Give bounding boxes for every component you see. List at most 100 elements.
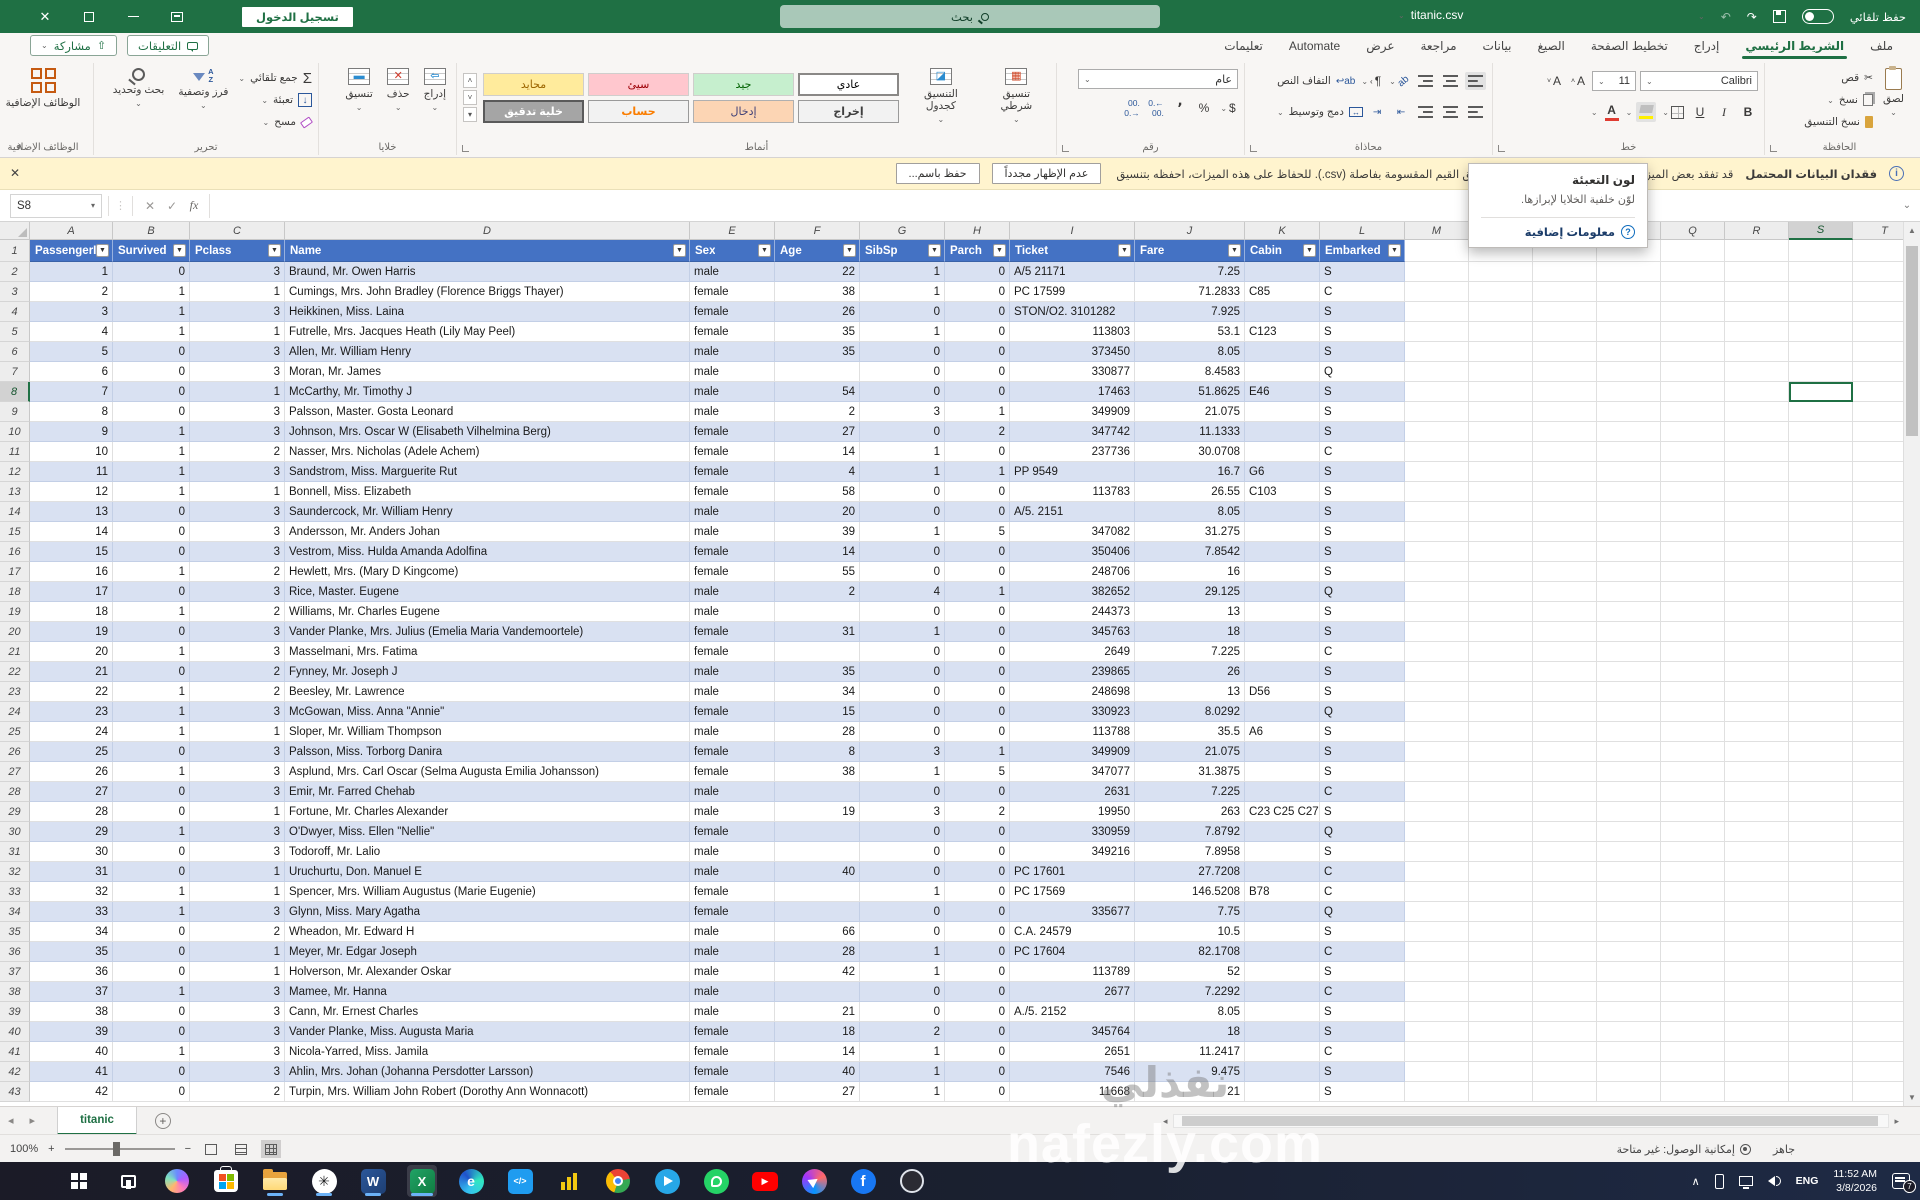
cell[interactable] <box>1789 662 1853 682</box>
cell[interactable] <box>1725 642 1789 662</box>
cell[interactable]: 0 <box>113 962 190 982</box>
cell[interactable]: 1 <box>860 762 945 782</box>
cell[interactable] <box>1661 1062 1725 1082</box>
cell[interactable]: 21 <box>1135 1082 1245 1102</box>
row-header-11[interactable]: 11 <box>0 442 30 462</box>
cell[interactable] <box>1789 1082 1853 1102</box>
cell[interactable]: 2 <box>775 582 860 602</box>
select-all-corner[interactable] <box>0 222 30 240</box>
cell[interactable] <box>1245 342 1320 362</box>
cell[interactable]: 3 <box>190 742 285 762</box>
column-header-R[interactable]: R <box>1725 222 1789 240</box>
cell[interactable]: S <box>1320 602 1405 622</box>
cell[interactable] <box>1405 922 1469 942</box>
cell[interactable]: 2649 <box>1010 642 1135 662</box>
row-header-18[interactable]: 18 <box>0 582 30 602</box>
cell[interactable] <box>1245 862 1320 882</box>
autosave-toggle[interactable] <box>1802 9 1834 24</box>
cell[interactable]: 16.7 <box>1135 462 1245 482</box>
cell[interactable]: 1 <box>190 282 285 302</box>
font-dialog-launcher-icon[interactable] <box>1498 145 1505 152</box>
row-header-27[interactable]: 27 <box>0 762 30 782</box>
cell[interactable]: 0 <box>860 422 945 442</box>
document-title[interactable]: ⌄ titanic.csv <box>1398 8 1463 22</box>
taskbar-chrome-icon[interactable] <box>603 1165 633 1197</box>
cell[interactable] <box>1661 562 1725 582</box>
column-header-C[interactable]: C <box>190 222 285 240</box>
cell[interactable]: 0 <box>945 1082 1010 1102</box>
cell[interactable] <box>1725 502 1789 522</box>
table-header-Cabin[interactable]: Cabin▼ <box>1245 240 1320 262</box>
cell[interactable]: 0 <box>113 262 190 282</box>
cell[interactable] <box>1245 522 1320 542</box>
cell[interactable]: S <box>1320 622 1405 642</box>
cell[interactable]: 6 <box>30 362 113 382</box>
cell[interactable]: 0 <box>113 382 190 402</box>
cell[interactable]: 58 <box>775 482 860 502</box>
cell[interactable] <box>1469 362 1533 382</box>
cell[interactable]: 3 <box>190 1022 285 1042</box>
sort-filter-button[interactable]: AZ فرز وتصفية⌄ <box>174 65 232 137</box>
cell[interactable] <box>1597 1042 1661 1062</box>
cell[interactable]: male <box>690 782 775 802</box>
column-header-S[interactable]: S <box>1789 222 1853 240</box>
cell[interactable]: Futrelle, Mrs. Jacques Heath (Lily May P… <box>285 322 690 342</box>
cell[interactable]: 146.5208 <box>1135 882 1245 902</box>
cell[interactable]: 11.1333 <box>1135 422 1245 442</box>
row-header-22[interactable]: 22 <box>0 662 30 682</box>
cell[interactable]: 19 <box>775 802 860 822</box>
cell[interactable]: 31 <box>775 622 860 642</box>
cell[interactable]: 3 <box>190 522 285 542</box>
language-indicator[interactable]: ENG <box>1796 1175 1819 1187</box>
cell[interactable] <box>1789 262 1853 282</box>
cell[interactable]: 0 <box>113 1002 190 1022</box>
filter-dropdown-icon[interactable]: ▼ <box>758 244 771 257</box>
cell[interactable]: 0 <box>945 542 1010 562</box>
cell[interactable] <box>1245 1042 1320 1062</box>
cell[interactable]: 0 <box>860 982 945 1002</box>
table-header-Parch[interactable]: Parch▼ <box>945 240 1010 262</box>
cell[interactable] <box>1725 282 1789 302</box>
cell[interactable]: C <box>1320 442 1405 462</box>
cell[interactable]: 35.5 <box>1135 722 1245 742</box>
cell[interactable] <box>1661 862 1725 882</box>
cell[interactable]: 0 <box>945 842 1010 862</box>
row-header-3[interactable]: 3 <box>0 282 30 302</box>
text-direction-icon[interactable]: ¶›⌄ <box>1359 71 1383 91</box>
cell[interactable]: 3 <box>190 582 285 602</box>
cell[interactable] <box>1533 1062 1597 1082</box>
cell[interactable]: S <box>1320 742 1405 762</box>
cell[interactable] <box>1789 602 1853 622</box>
cell[interactable] <box>1533 362 1597 382</box>
cell[interactable] <box>1789 322 1853 342</box>
filter-dropdown-icon[interactable]: ▼ <box>1388 244 1401 257</box>
row-header-35[interactable]: 35 <box>0 922 30 942</box>
cell[interactable]: 0 <box>860 902 945 922</box>
cell[interactable]: 3 <box>190 842 285 862</box>
increase-indent-icon[interactable]: ⇥ <box>1367 102 1387 122</box>
cell[interactable] <box>1533 682 1597 702</box>
cell[interactable] <box>1725 982 1789 1002</box>
cell[interactable] <box>1597 962 1661 982</box>
cell[interactable] <box>1469 422 1533 442</box>
filter-dropdown-icon[interactable]: ▼ <box>1118 244 1131 257</box>
cell[interactable]: male <box>690 942 775 962</box>
row-header-38[interactable]: 38 <box>0 982 30 1002</box>
cell[interactable] <box>1533 762 1597 782</box>
filter-dropdown-icon[interactable]: ▼ <box>673 244 686 257</box>
cell[interactable]: 39 <box>30 1022 113 1042</box>
horizontal-scrollbar[interactable]: ◂ ▸ <box>1160 1112 1902 1130</box>
cell[interactable]: S <box>1320 842 1405 862</box>
cell[interactable]: 3 <box>190 402 285 422</box>
cell[interactable]: S <box>1320 262 1405 282</box>
row-header-9[interactable]: 9 <box>0 402 30 422</box>
cell[interactable]: 3 <box>190 622 285 642</box>
cell[interactable] <box>1469 382 1533 402</box>
cell[interactable]: 0 <box>113 662 190 682</box>
cell[interactable]: 42 <box>30 1082 113 1102</box>
cell[interactable] <box>1661 802 1725 822</box>
cell[interactable]: 3 <box>190 1042 285 1062</box>
cell[interactable]: female <box>690 822 775 842</box>
cell[interactable] <box>1245 302 1320 322</box>
cell[interactable]: S <box>1320 542 1405 562</box>
